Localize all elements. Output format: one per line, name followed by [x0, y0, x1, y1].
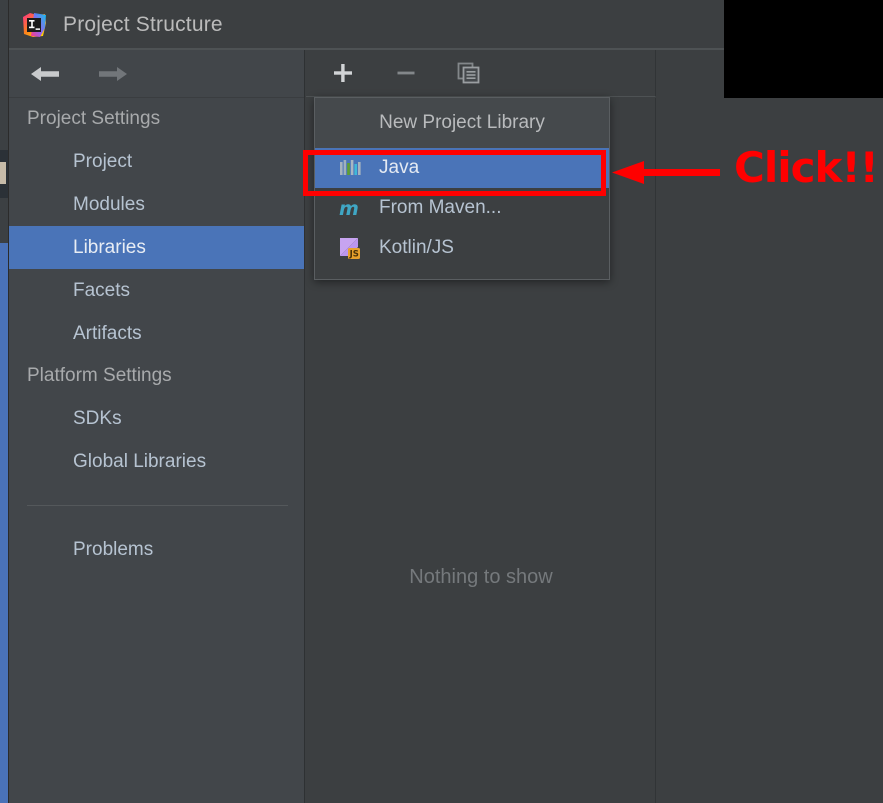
- screenshot-root: Project Structure Project Settings Proje…: [0, 0, 883, 803]
- sidebar-item-facets[interactable]: Facets: [9, 269, 304, 312]
- svg-text:m: m: [339, 198, 359, 220]
- add-button[interactable]: [326, 58, 360, 88]
- dialog-titlebar: Project Structure: [9, 0, 724, 49]
- project-structure-dialog: Project Structure Project Settings Proje…: [8, 0, 883, 803]
- java-library-icon: [337, 155, 363, 181]
- sidebar-item-sdks[interactable]: SDKs: [9, 397, 304, 440]
- sidebar-group-platform-settings: Platform Settings: [27, 365, 172, 386]
- popup-item-label: From Maven...: [379, 197, 502, 218]
- remove-button[interactable]: [389, 58, 423, 88]
- empty-state-message: Nothing to show: [409, 566, 553, 588]
- back-button[interactable]: [27, 60, 63, 88]
- library-detail-pane: [657, 98, 883, 803]
- sidebar-item-global-libraries[interactable]: Global Libraries: [9, 440, 304, 483]
- maven-icon: m: [337, 195, 363, 221]
- libraries-toolbar: [306, 50, 656, 97]
- sidebar-item-modules[interactable]: Modules: [9, 183, 304, 226]
- background-window-sliver-accent: [0, 162, 6, 184]
- sidebar-item-project[interactable]: Project: [9, 140, 304, 183]
- popup-item-kotlin-js[interactable]: JS Kotlin/JS: [315, 228, 609, 268]
- sidebar-navigation-bar: [9, 50, 304, 98]
- copy-button[interactable]: [452, 58, 486, 88]
- sidebar-item-artifacts[interactable]: Artifacts: [9, 312, 304, 355]
- sidebar-group-project-settings: Project Settings: [27, 108, 161, 129]
- annotation-arrow-left-icon: [612, 161, 720, 184]
- kotlin-js-icon: JS: [337, 235, 363, 261]
- annotation-click-label: Click!!: [734, 143, 879, 192]
- popup-header-label: New Project Library: [315, 98, 609, 148]
- popup-item-java[interactable]: Java: [315, 148, 609, 188]
- popup-item-label: Kotlin/JS: [379, 237, 454, 258]
- new-project-library-popup: New Project Library Java m From Maven...…: [314, 97, 610, 280]
- sidebar-item-libraries[interactable]: Libraries: [9, 226, 304, 269]
- intellij-idea-logo-icon: [21, 12, 47, 38]
- popup-item-from-maven[interactable]: m From Maven...: [315, 188, 609, 228]
- forward-button[interactable]: [95, 60, 131, 88]
- sidebar-item-problems[interactable]: Problems: [9, 528, 304, 571]
- settings-sidebar: Project Settings Project Modules Librari…: [9, 50, 305, 803]
- svg-text:JS: JS: [349, 250, 359, 260]
- popup-item-label: Java: [379, 157, 420, 178]
- sidebar-separator: [27, 505, 288, 506]
- dialog-title: Project Structure: [63, 12, 223, 36]
